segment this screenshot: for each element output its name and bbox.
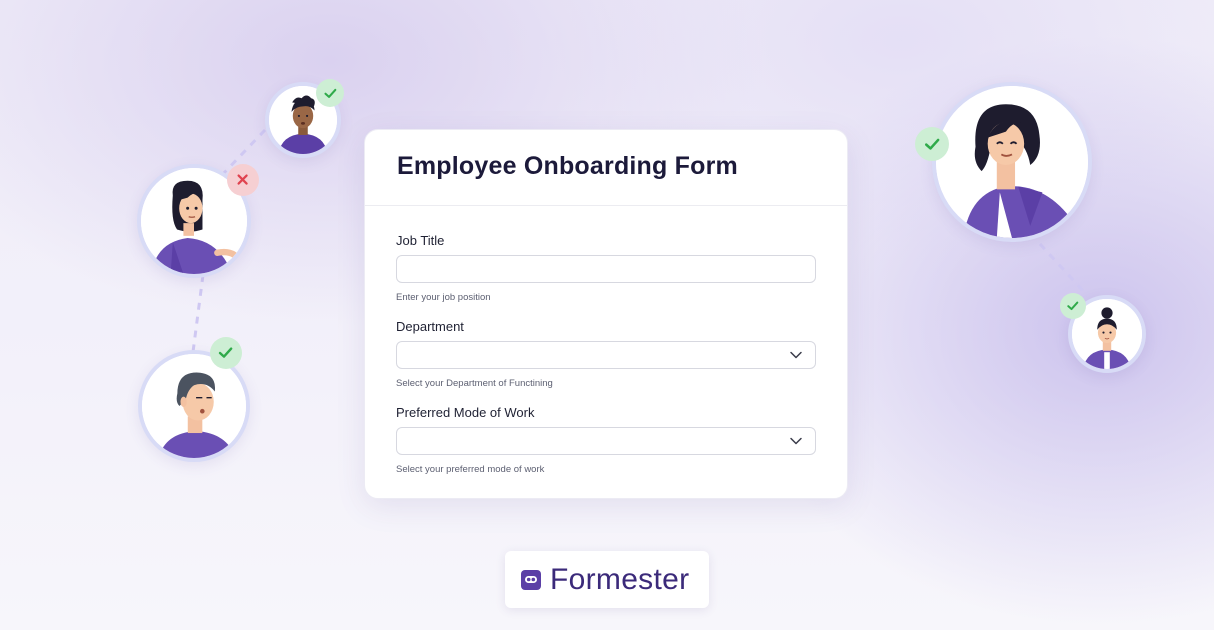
job-title-input[interactable] <box>397 256 815 282</box>
form-header: Employee Onboarding Form <box>365 130 847 206</box>
brand-name: Formester <box>550 562 690 596</box>
approved-check-icon <box>316 79 344 107</box>
avatar-woman-bob-hair <box>932 82 1092 242</box>
chevron-down-icon <box>790 351 802 359</box>
form-body: Job Title Enter your job position Depart… <box>365 206 847 475</box>
rejected-x-icon <box>227 164 259 196</box>
job-title-help: Enter your job position <box>396 292 491 303</box>
job-title-field: Job Title Enter your job position <box>396 233 816 303</box>
approved-check-icon <box>1060 293 1086 319</box>
onboarding-form-card: Employee Onboarding Form Job Title Enter… <box>364 129 848 499</box>
chevron-down-icon <box>790 437 802 445</box>
form-title: Employee Onboarding Form <box>397 152 738 180</box>
work-mode-label: Preferred Mode of Work <box>396 405 535 420</box>
formester-logo-icon <box>521 569 541 590</box>
work-mode-help: Select your preferred mode of work <box>396 464 545 475</box>
department-help: Select your Department of Functining <box>396 378 553 389</box>
formester-brand-badge: Formester <box>505 551 709 608</box>
approved-check-icon <box>210 337 242 369</box>
job-title-label: Job Title <box>396 233 445 248</box>
work-mode-select[interactable] <box>396 427 816 455</box>
approved-check-icon <box>915 127 949 161</box>
department-label: Department <box>396 319 464 334</box>
department-select[interactable] <box>396 341 816 369</box>
job-title-input-box[interactable] <box>396 255 816 283</box>
work-mode-field: Preferred Mode of Work Select your prefe… <box>396 405 816 475</box>
department-field: Department Select your Department of Fun… <box>396 319 816 389</box>
